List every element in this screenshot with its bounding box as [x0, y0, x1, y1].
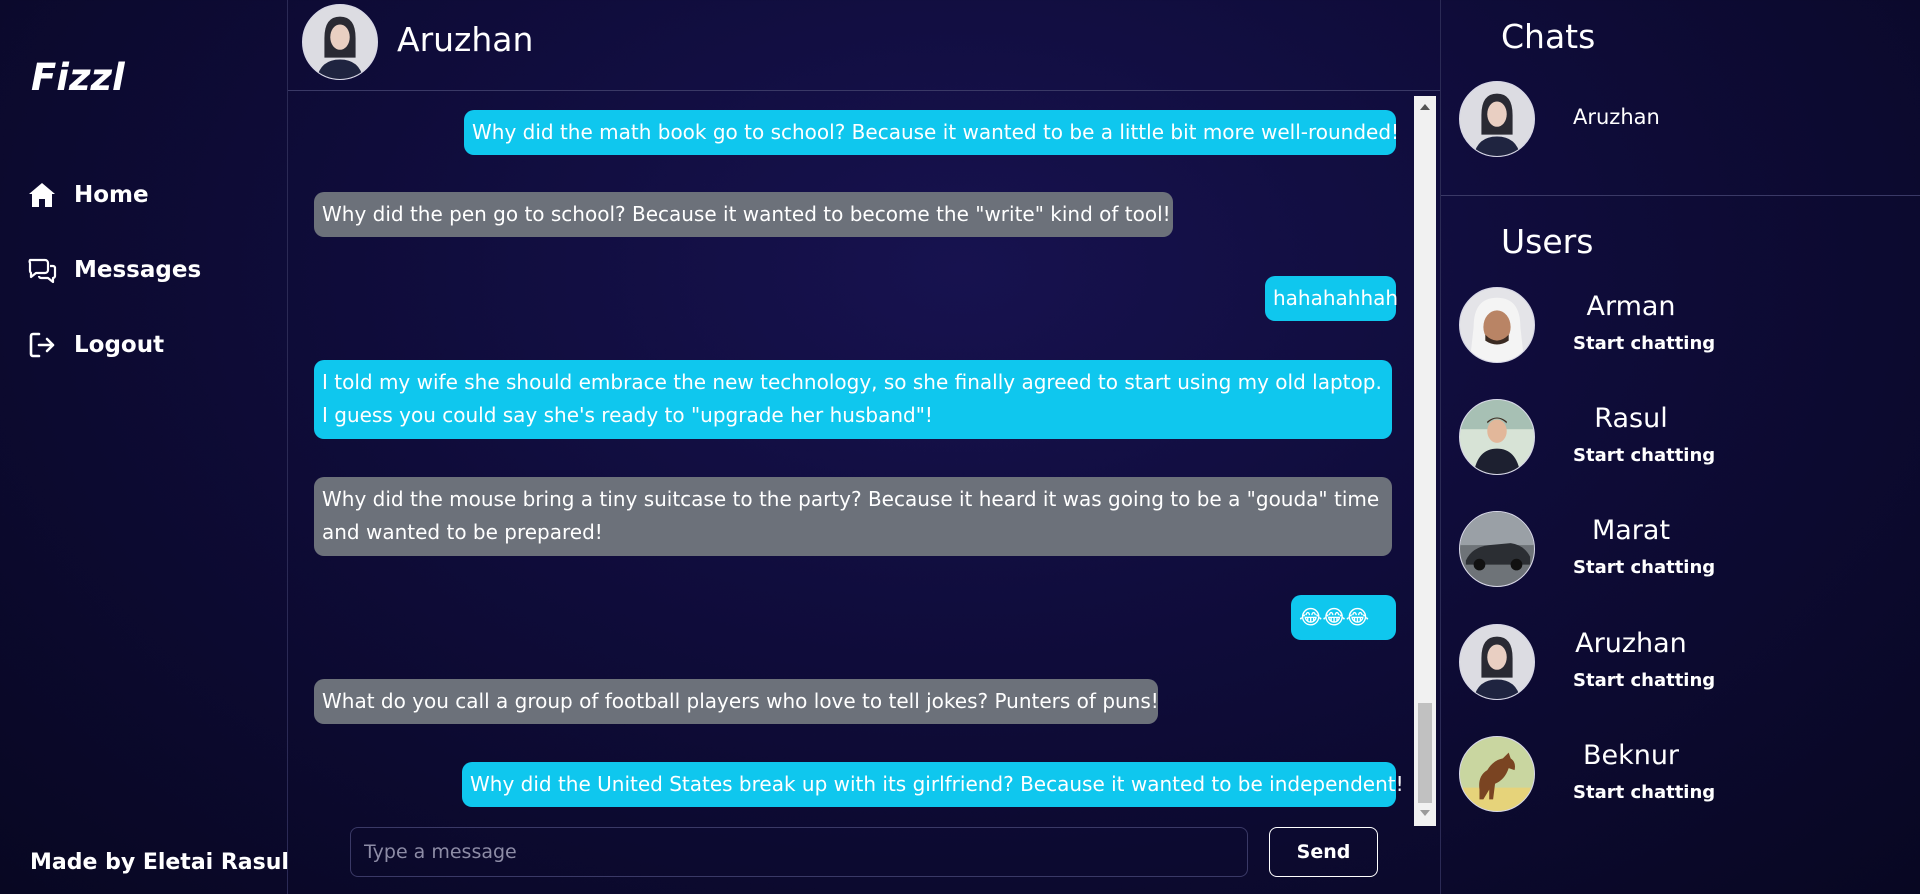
- scroll-up-arrow-icon[interactable]: [1420, 104, 1430, 110]
- message-bubble: 😂😂😂: [1291, 595, 1396, 640]
- user-name: Marat: [1591, 515, 1671, 546]
- message-bubble: Why did the United States break up with …: [462, 762, 1404, 807]
- scroll-down-arrow-icon[interactable]: [1420, 810, 1430, 816]
- message-bubble: Why did the math book go to school? Beca…: [464, 110, 1399, 155]
- message-bubble: I told my wife she should embrace the ne…: [314, 360, 1392, 439]
- start-chatting-link[interactable]: Start chatting: [1573, 782, 1715, 803]
- user-photo-icon: [1460, 400, 1534, 474]
- avatar: [1459, 511, 1535, 587]
- chat-header: Aruzhan: [288, 0, 1440, 91]
- nav-messages[interactable]: Messages: [26, 250, 201, 290]
- avatar: [1459, 736, 1535, 812]
- nav-home[interactable]: Home: [26, 175, 149, 215]
- user-list-item[interactable]: Marat Start chatting: [1459, 511, 1899, 587]
- user-name: Arman: [1586, 291, 1676, 322]
- user-photo-icon: [1460, 82, 1534, 156]
- home-icon: [29, 183, 55, 207]
- message-scrollbar[interactable]: [1414, 96, 1436, 826]
- avatar: [1459, 287, 1535, 363]
- app-logo[interactable]: Fizzl: [31, 56, 125, 99]
- start-chatting-link[interactable]: Start chatting: [1573, 333, 1715, 354]
- avatar: [1459, 624, 1535, 700]
- messages-icon: [28, 258, 57, 284]
- user-list-item[interactable]: Aruzhan Start chatting: [1459, 624, 1899, 700]
- chats-heading: Chats: [1501, 17, 1596, 56]
- chat-list-item[interactable]: Aruzhan: [1459, 81, 1899, 157]
- logout-icon: [29, 332, 55, 358]
- nav-logout-label: Logout: [74, 332, 165, 358]
- avatar: [1459, 399, 1535, 475]
- scroll-thumb[interactable]: [1418, 703, 1432, 803]
- user-name: Rasul: [1594, 403, 1668, 434]
- message-input[interactable]: [350, 827, 1248, 877]
- avatar[interactable]: [302, 4, 378, 80]
- user-list-item[interactable]: Rasul Start chatting: [1459, 399, 1899, 475]
- message-list: Why did the math book go to school? Beca…: [288, 96, 1418, 826]
- car-photo-icon: [1460, 512, 1534, 586]
- avatar: [1459, 81, 1535, 157]
- nav-home-label: Home: [74, 182, 149, 208]
- message-bubble: What do you call a group of football pla…: [314, 679, 1159, 724]
- user-name: Aruzhan: [1575, 628, 1687, 659]
- user-list-item[interactable]: Beknur Start chatting: [1459, 736, 1899, 812]
- conversation-title: Aruzhan: [397, 20, 534, 59]
- start-chatting-link[interactable]: Start chatting: [1573, 445, 1715, 466]
- horse-photo-icon: [1460, 737, 1534, 811]
- start-chatting-link[interactable]: Start chatting: [1573, 670, 1715, 691]
- section-divider: [1441, 195, 1920, 196]
- message-bubble: Why did the mouse bring a tiny suitcase …: [314, 477, 1392, 556]
- user-list-item[interactable]: Arman Start chatting: [1459, 287, 1899, 363]
- user-photo-icon: [1460, 288, 1534, 362]
- left-sidebar: Fizzl Home Messages Logout Made by Eleta…: [0, 0, 289, 894]
- user-name: Beknur: [1582, 740, 1680, 771]
- user-photo-icon: [1460, 625, 1534, 699]
- message-bubble: hahahahhah: [1265, 276, 1398, 321]
- user-photo-icon: [303, 5, 377, 79]
- nav-messages-label: Messages: [74, 257, 202, 283]
- message-bubble: Why did the pen go to school? Because it…: [314, 192, 1173, 237]
- chat-item-name: Aruzhan: [1573, 105, 1660, 129]
- right-panel: Chats Aruzhan Users Arman Start chatting: [1440, 0, 1920, 894]
- footer-credit: Made by Eletai Rasul: [30, 850, 289, 875]
- users-heading: Users: [1501, 222, 1594, 261]
- start-chatting-link[interactable]: Start chatting: [1573, 557, 1715, 578]
- chat-area: Aruzhan Why did the math book go to scho…: [288, 0, 1440, 894]
- send-button[interactable]: Send: [1269, 827, 1378, 877]
- nav-logout[interactable]: Logout: [26, 325, 164, 365]
